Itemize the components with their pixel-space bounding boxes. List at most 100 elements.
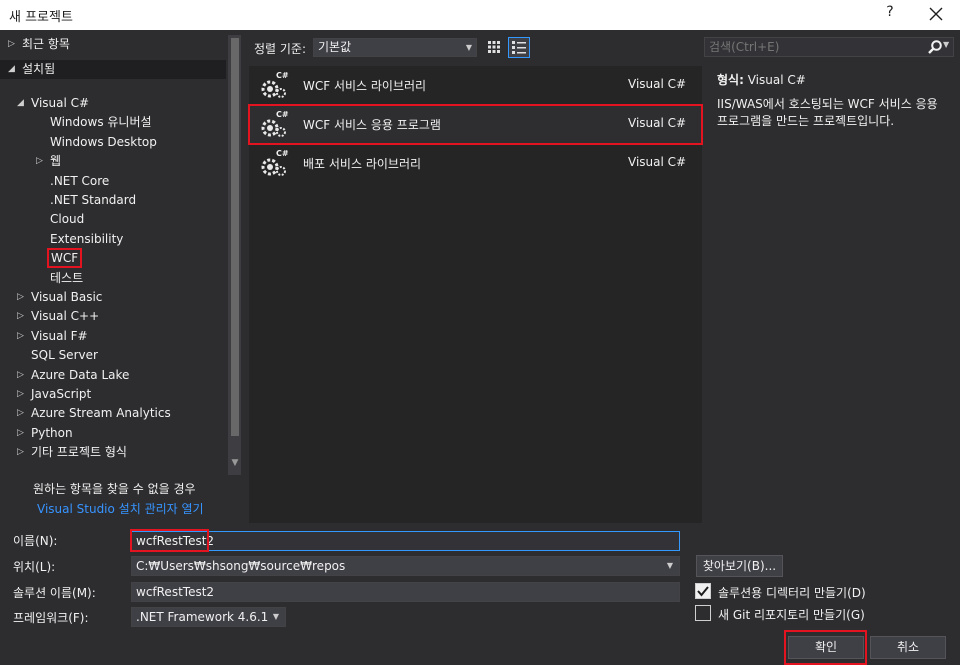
detail-description: IIS/WAS에서 호스팅되는 WCF 서비스 응용 프로그램을 만드는 프로젝… <box>717 97 938 128</box>
tree-item[interactable]: Cloud <box>50 210 84 229</box>
git-repo-label: 새 Git 리포지토리 만들기(G) <box>718 608 865 622</box>
svg-text:C#: C# <box>276 149 289 158</box>
expand-arrow-icon[interactable]: ▷ <box>17 307 27 326</box>
expand-arrow-icon[interactable]: ▷ <box>17 288 27 307</box>
create-dir-checkbox[interactable] <box>695 583 711 599</box>
tree-item[interactable]: ▷ Python <box>17 424 73 443</box>
tree-label: JavaScript <box>31 387 92 401</box>
template-language: Visual C# <box>628 77 687 91</box>
tree-label: Azure Data Lake <box>31 367 130 382</box>
ok-highlight-box <box>784 630 867 665</box>
name-highlight-box <box>130 529 209 552</box>
project-name-input[interactable] <box>131 531 680 551</box>
template-item[interactable]: C# WCF 서비스 라이브러리 Visual C# <box>249 66 702 105</box>
expand-arrow-icon[interactable]: ▷ <box>36 152 46 171</box>
tree-label: Windows Desktop <box>50 134 157 149</box>
tree-label: 최근 항목 <box>22 37 70 51</box>
tree-item[interactable]: ▷ 웹 <box>36 152 62 171</box>
template-language: Visual C# <box>628 155 687 169</box>
tree-item-recent[interactable]: ▷ 최근 항목 <box>8 35 222 54</box>
browse-button[interactable]: 찾아보기(B)... <box>696 555 783 577</box>
expand-arrow-icon[interactable]: ▷ <box>17 366 27 385</box>
tree-item[interactable]: ▷ JavaScript <box>17 385 92 404</box>
tree-label: 웹 <box>50 154 62 169</box>
location-dropdown[interactable]: C:₩Users₩shsong₩source₩repos ▼ <box>131 556 680 576</box>
search-input[interactable] <box>705 38 915 56</box>
tree-label: 기타 프로젝트 형식 <box>31 445 127 460</box>
close-button[interactable] <box>924 2 948 26</box>
sort-dropdown[interactable]: 기본값 ▼ <box>313 38 477 57</box>
chevron-down-icon[interactable]: ▼ <box>943 40 949 49</box>
scroll-down-icon[interactable]: ▼ <box>229 458 241 470</box>
template-name: WCF 서비스 라이브러리 <box>303 79 427 93</box>
wcf-gear-icon: C# <box>259 108 289 140</box>
tree-label: .NET Core <box>50 173 110 188</box>
tree-label: 테스트 <box>50 270 84 285</box>
sort-label: 정렬 기준: <box>254 42 307 56</box>
open-installer-link[interactable]: Visual Studio 설치 관리자 열기 <box>37 500 204 517</box>
detail-type-label: 형식: <box>717 73 744 87</box>
name-label: 이름(N): <box>13 534 58 548</box>
tree-item[interactable]: ▷ Azure Data Lake <box>17 366 130 385</box>
expand-arrow-icon[interactable]: ▷ <box>8 35 18 54</box>
tree-item[interactable]: ◢ Visual C# <box>17 94 89 113</box>
template-item[interactable]: C# WCF 서비스 응용 프로그램 Visual C# <box>248 104 703 145</box>
solution-name-input[interactable] <box>131 582 680 602</box>
sort-value: 기본값 <box>318 40 352 54</box>
close-icon <box>929 7 943 21</box>
list-view-button[interactable] <box>508 37 530 58</box>
tree-item[interactable]: ▷ Visual F# <box>17 327 88 346</box>
location-value: C:₩Users₩shsong₩source₩repos <box>136 559 346 573</box>
expand-arrow-icon[interactable]: ▷ <box>17 385 27 404</box>
cancel-button[interactable]: 취소 <box>870 636 946 659</box>
search-box[interactable]: ▼ <box>704 37 954 57</box>
tree-item[interactable]: .NET Core <box>50 172 109 191</box>
tree-label: Visual F# <box>31 328 88 343</box>
git-repo-checkbox[interactable] <box>695 605 711 621</box>
wcf-gear-icon: C# <box>259 147 289 179</box>
search-icon[interactable] <box>927 39 943 55</box>
tree-item[interactable]: Windows Desktop <box>50 133 157 152</box>
help-button[interactable]: ? <box>882 4 898 20</box>
tree-item[interactable]: 테스트 <box>50 269 83 288</box>
grid-view-button[interactable] <box>486 39 502 55</box>
framework-label: 프레임워크(F): <box>13 611 89 625</box>
tree-label: Cloud <box>50 212 85 227</box>
collapse-arrow-icon[interactable]: ◢ <box>17 94 27 113</box>
framework-value: .NET Framework 4.6.1 <box>136 610 269 624</box>
checkmark-icon <box>697 586 709 597</box>
expand-arrow-icon[interactable]: ▷ <box>17 424 27 443</box>
create-dir-label: 솔루션용 디렉터리 만들기(D) <box>718 586 866 600</box>
detail-type: 형식: Visual C# <box>717 71 806 88</box>
tree-item[interactable]: SQL Server <box>31 346 98 365</box>
expand-arrow-icon[interactable]: ▷ <box>17 327 27 346</box>
tree-item-installed[interactable]: ◢ 설치됨 <box>0 60 226 79</box>
grid-view-icon <box>488 41 500 53</box>
tree-item[interactable]: Windows 유니버설 <box>50 113 152 132</box>
template-item[interactable]: C# 배포 서비스 라이브러리 Visual C# <box>249 144 702 183</box>
tree-item[interactable]: ▷ Visual Basic <box>17 288 103 307</box>
chevron-down-icon: ▼ <box>272 612 279 621</box>
tree-item[interactable]: Extensibility <box>50 230 123 249</box>
collapse-arrow-icon[interactable]: ◢ <box>8 60 18 79</box>
tree-item[interactable]: ▷ Azure Stream Analytics <box>17 404 171 423</box>
tree-label: Visual C++ <box>31 309 100 324</box>
tree-item[interactable]: ▷ 기타 프로젝트 형식 <box>17 443 127 462</box>
template-list: C# WCF 서비스 라이브러리 Visual C# C# WCF 서비스 응용 프로그… <box>248 66 703 523</box>
tree-label: Python <box>31 425 73 440</box>
tree-item[interactable]: ▷ Visual C++ <box>17 307 100 326</box>
not-found-text: 원하는 항목을 찾을 수 없을 경우 <box>33 482 196 496</box>
wcf-gear-icon: C# <box>259 69 289 101</box>
tree-label: Visual Basic <box>31 290 103 304</box>
template-language: Visual C# <box>628 116 687 130</box>
window-title: 새 프로젝트 <box>9 10 73 25</box>
solution-label: 솔루션 이름(M): <box>13 586 96 600</box>
chevron-down-icon: ▼ <box>465 43 472 52</box>
tree-item[interactable]: WCF <box>46 248 83 269</box>
framework-dropdown[interactable]: .NET Framework 4.6.1 ▼ <box>131 607 286 627</box>
expand-arrow-icon[interactable]: ▷ <box>17 404 27 423</box>
expand-arrow-icon[interactable]: ▷ <box>17 443 27 462</box>
tree-item[interactable]: .NET Standard <box>50 191 136 210</box>
tree-scroll-thumb[interactable] <box>231 38 239 436</box>
tree-label: .NET Standard <box>50 193 137 207</box>
